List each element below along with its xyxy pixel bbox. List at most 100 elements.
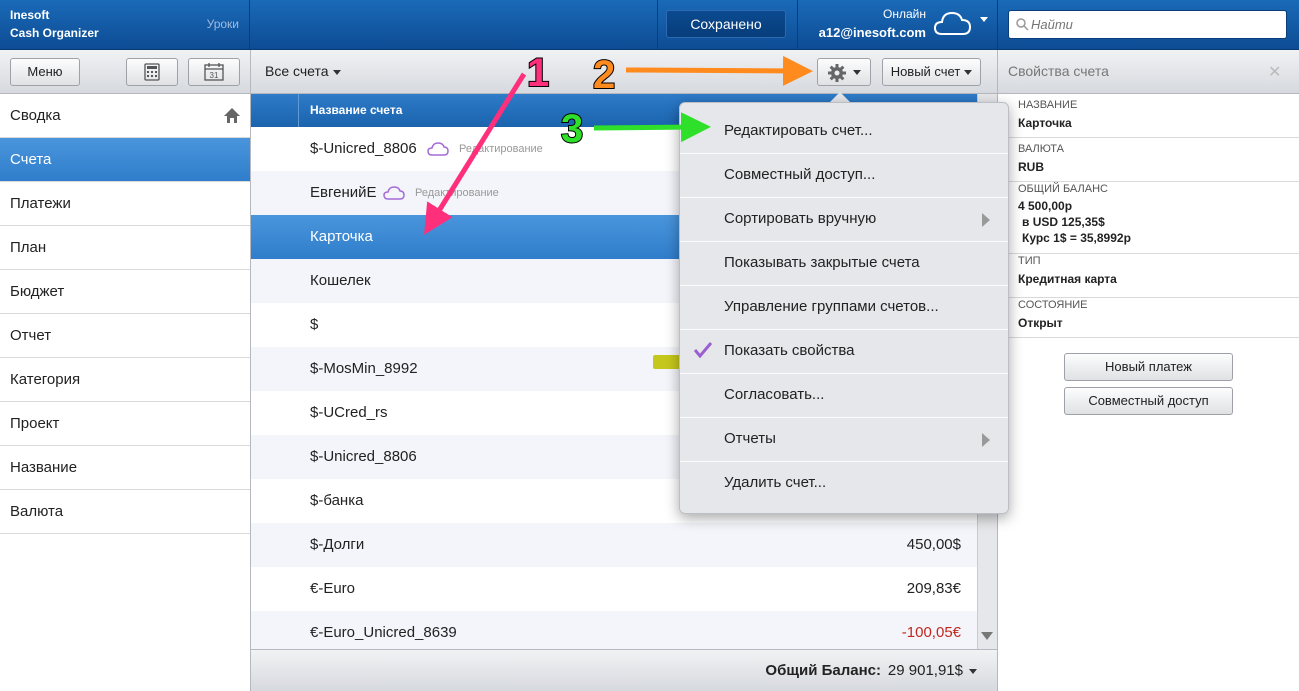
sidebar-item-payments[interactable]: Платежи: [0, 182, 250, 226]
property-label: ВАЛЮТА: [1018, 143, 1064, 155]
settings-dropdown-menu: Редактировать счет... Совместный доступ.…: [679, 102, 1009, 514]
sidebar-item-category[interactable]: Категория: [0, 358, 250, 402]
sidebar-item-payee[interactable]: Название: [0, 446, 250, 490]
menu-item-label: Согласовать...: [724, 386, 825, 403]
gear-icon: [828, 64, 846, 82]
calculator-icon: [144, 63, 160, 81]
home-icon[interactable]: [224, 108, 240, 123]
account-name: $-Unicred_8806: [310, 140, 417, 157]
sidebar-item-project[interactable]: Проект: [0, 402, 250, 446]
all-accounts-filter[interactable]: Все счета: [265, 63, 341, 79]
menu-item-reports[interactable]: Отчеты: [680, 418, 1008, 462]
account-name: $-UCred_rs: [310, 404, 388, 421]
toolbar: Меню 31 Все счета Новый счет Свойства сч…: [0, 50, 1299, 94]
sidebar-item-label: Платежи: [10, 195, 71, 212]
table-row[interactable]: €-Euro 209,83€: [251, 567, 977, 611]
property-label: ОБЩИЙ БАЛАНС: [1018, 183, 1108, 195]
account-balance: 450,00$: [906, 536, 961, 553]
search-box[interactable]: [1008, 10, 1287, 39]
menu-button[interactable]: Меню: [10, 58, 80, 86]
sidebar-item-budget[interactable]: Бюджет: [0, 270, 250, 314]
menu-item-label: Совместный доступ...: [724, 166, 876, 183]
sidebar-item-label: Категория: [10, 371, 81, 388]
cloud-sync-icon[interactable]: [933, 8, 973, 38]
account-properties-panel: НАЗВАНИЕ Карточка ВАЛЮТА RUB ОБЩИЙ БАЛАН…: [997, 94, 1299, 691]
sidebar-item-summary[interactable]: Сводка: [0, 94, 250, 138]
all-accounts-label: Все счета: [265, 63, 329, 79]
property-value: 4 500,00р: [1018, 199, 1073, 213]
account-name: Кошелек: [310, 272, 371, 289]
account-name: Карточка: [310, 228, 373, 245]
total-balance-value[interactable]: 29 901,91$: [888, 662, 963, 679]
new-account-label: Новый счет: [890, 64, 961, 79]
property-name: НАЗВАНИЕ Карточка: [998, 94, 1299, 138]
sidebar-item-label: Валюта: [10, 503, 64, 520]
balance-footer: Общий Баланс: 29 901,91$: [251, 649, 997, 691]
account-name: $: [310, 316, 319, 333]
new-payment-button[interactable]: Новый платеж: [1064, 353, 1233, 381]
new-account-button[interactable]: Новый счет: [882, 58, 981, 86]
settings-button[interactable]: [817, 58, 871, 86]
cloud-icon: [427, 142, 449, 156]
toolbar-divider: [997, 50, 998, 94]
sidebar-item-report[interactable]: Отчет: [0, 314, 250, 358]
account-email[interactable]: a12@inesoft.com: [800, 25, 926, 40]
sidebar-item-accounts[interactable]: Счета: [0, 138, 250, 182]
table-row[interactable]: $-Долги 450,00$: [251, 523, 977, 567]
menu-item-label: Отчеты: [724, 430, 776, 447]
shared-access-button[interactable]: Совместный доступ: [1064, 387, 1233, 415]
calendar-icon: 31: [204, 63, 224, 81]
property-value: Курс 1$ = 35,8992р: [1022, 231, 1131, 245]
brand: Inesoft Cash Organizer Уроки: [0, 0, 250, 50]
menu-item-label: Сортировать вручную: [724, 210, 877, 227]
account-balance: 209,83€: [906, 580, 961, 597]
online-status: Онлайн: [883, 7, 926, 21]
search-input[interactable]: [1031, 14, 1281, 35]
header-divider: [997, 0, 998, 50]
account-menu-chevron-icon[interactable]: [980, 17, 988, 22]
menu-item-manage-groups[interactable]: Управление группами счетов...: [680, 286, 1008, 330]
brand-product: Cash Organizer: [10, 26, 99, 40]
menu-item-label: Редактировать счет...: [724, 122, 873, 139]
brand-company: Inesoft: [10, 8, 50, 22]
menu-item-label: Показывать закрытые счета: [724, 254, 920, 271]
submenu-arrow-icon: [982, 213, 990, 227]
close-icon[interactable]: ✕: [1268, 62, 1281, 82]
menu-item-shared-access[interactable]: Совместный доступ...: [680, 154, 1008, 198]
lessons-link[interactable]: Уроки: [207, 17, 239, 31]
property-value: RUB: [1018, 160, 1044, 174]
chevron-down-icon: [332, 69, 341, 75]
properties-title: Свойства счета: [1008, 63, 1109, 79]
calendar-button[interactable]: 31: [188, 58, 240, 86]
property-state: СОСТОЯНИЕ Открыт: [998, 298, 1299, 338]
menu-item-reconcile[interactable]: Согласовать...: [680, 374, 1008, 418]
column-header-account-name[interactable]: Название счета: [310, 103, 402, 117]
editing-status: Редактирование: [459, 143, 543, 155]
property-value: Карточка: [1018, 116, 1072, 130]
sidebar-item-label: Сводка: [10, 107, 61, 124]
property-value: Кредитная карта: [1018, 272, 1117, 286]
header-divider: [797, 0, 798, 50]
account-name: $-MosMin_8992: [310, 360, 418, 377]
account-name: €-Euro: [310, 580, 356, 597]
submenu-arrow-icon: [982, 433, 990, 447]
scroll-down-icon[interactable]: [981, 632, 993, 640]
menu-item-sort-manually[interactable]: Сортировать вручную: [680, 198, 1008, 242]
search-icon: [1016, 18, 1029, 31]
calculator-button[interactable]: [126, 58, 178, 86]
saved-button[interactable]: Сохранено: [666, 10, 786, 38]
menu-item-delete-account[interactable]: Удалить счет...: [680, 462, 1008, 506]
menu-item-edit-account[interactable]: Редактировать счет...: [680, 110, 1008, 154]
menu-item-show-properties[interactable]: Показать свойства: [680, 330, 1008, 374]
menu-item-show-closed[interactable]: Показывать закрытые счета: [680, 242, 1008, 286]
account-name: $-банка: [310, 492, 364, 509]
account-name: €-Euro_Unicred_8639: [310, 624, 457, 641]
menu-item-label: Показать свойства: [724, 342, 855, 359]
table-row[interactable]: €-Euro_Unicred_8639 -100,05€: [251, 611, 977, 649]
chevron-down-icon[interactable]: [969, 669, 977, 674]
sidebar-item-plan[interactable]: План: [0, 226, 250, 270]
property-label: ТИП: [1018, 255, 1041, 267]
sidebar-item-currency[interactable]: Валюта: [0, 490, 250, 534]
property-currency: ВАЛЮТА RUB: [998, 138, 1299, 182]
total-balance-label: Общий Баланс:: [765, 662, 881, 679]
